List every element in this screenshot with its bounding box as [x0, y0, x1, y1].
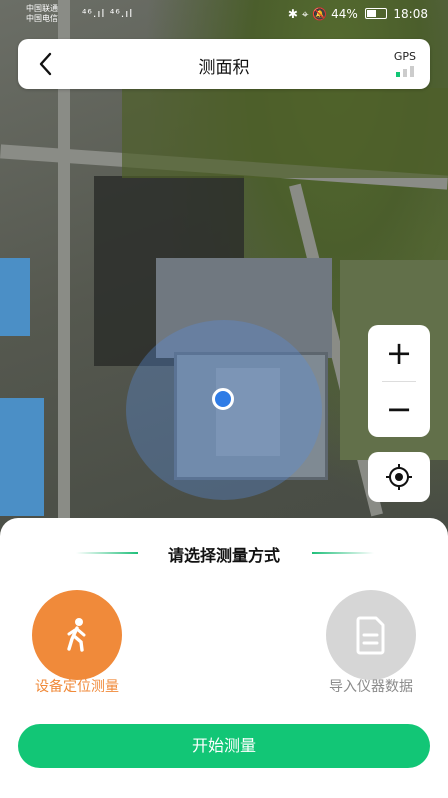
status-icons: ✱ ⌖ 🔕 — [287, 7, 328, 21]
locate-button[interactable] — [368, 452, 430, 502]
gps-label: GPS — [393, 50, 416, 63]
walking-person-icon — [67, 618, 86, 652]
map-building — [0, 398, 44, 516]
location-accuracy-circle — [126, 320, 322, 500]
zoom-divider — [382, 381, 416, 382]
map-field — [122, 88, 448, 178]
current-location-dot — [212, 388, 234, 410]
clock: 18:08 — [393, 7, 428, 21]
device-location-label: 设备定位测量 — [35, 679, 119, 695]
zoom-in-button[interactable]: + — [368, 325, 430, 381]
start-measure-button[interactable]: 开始测量 — [18, 724, 430, 768]
import-data-label: 导入仪器数据 — [329, 679, 413, 695]
locate-icon — [386, 464, 412, 490]
header-bar: 测面积 GPS — [18, 39, 430, 89]
panel-title: 请选择测量方式 — [167, 546, 280, 565]
carrier-labels: 中国联通 中国电信 — [26, 4, 58, 24]
title-decor-right — [312, 552, 374, 554]
import-data-option[interactable] — [326, 590, 416, 680]
status-bar: 中国联通 中国电信 ⁴⁶.ıl ⁴⁶.ıl ✱ ⌖ 🔕 44% 18:08 — [0, 0, 448, 30]
page-title: 测面积 — [198, 58, 250, 78]
document-icon — [356, 616, 385, 655]
status-right: ✱ ⌖ 🔕 44% 18:08 — [288, 7, 428, 22]
measure-method-panel: 请选择测量方式 设备定位测量 导入仪器数据 开始测量 — [0, 518, 448, 798]
carrier-2: 中国电信 — [26, 14, 58, 23]
battery-icon — [364, 8, 387, 19]
zoom-out-button[interactable]: − — [368, 381, 430, 437]
gps-signal-icon — [394, 66, 416, 77]
device-location-option[interactable] — [32, 590, 122, 680]
gps-indicator: GPS — [394, 50, 416, 77]
zoom-control: + − — [368, 325, 430, 437]
battery-percent: 44% — [331, 7, 358, 21]
map-building — [0, 258, 30, 336]
signal-icons: ⁴⁶.ıl ⁴⁶.ıl — [82, 7, 134, 20]
carrier-1: 中国联通 — [26, 4, 58, 13]
